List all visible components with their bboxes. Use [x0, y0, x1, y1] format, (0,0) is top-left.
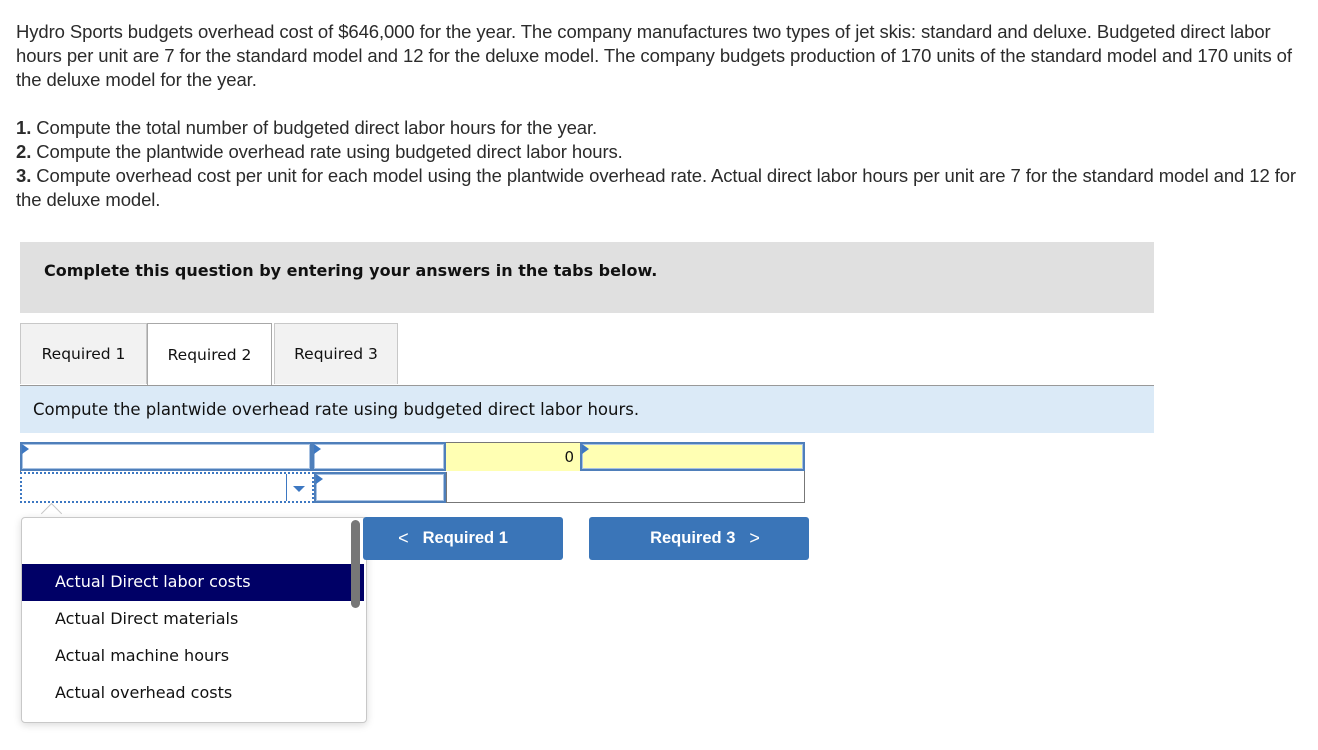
row1-unit-input[interactable]	[580, 442, 805, 471]
input-flag-icon	[314, 444, 321, 454]
next-required-3-button[interactable]: Required 3 >	[589, 517, 809, 560]
select-dropdown-menu: Actual Direct labor costs Actual Direct …	[21, 517, 367, 723]
banner-text: Complete this question by entering your …	[44, 261, 658, 280]
input-flag-icon	[582, 444, 589, 454]
dropdown-option-actual-direct-labor-costs[interactable]: Actual Direct labor costs	[22, 564, 364, 601]
tab-label: Required 3	[294, 345, 378, 363]
input-flag-icon	[22, 444, 29, 454]
row2-amount-input[interactable]	[314, 472, 446, 503]
instructions-banner: Complete this question by entering your …	[20, 242, 1154, 313]
requirement-text: Compute the total number of budgeted dir…	[36, 117, 598, 138]
chevron-left-icon: <	[398, 528, 409, 548]
requirement-text: Compute the plantwide overhead rate usin…	[36, 141, 623, 162]
tab-label: Required 2	[167, 346, 252, 364]
input-flag-icon	[316, 474, 323, 484]
option-label: Actual machine hours	[55, 646, 230, 665]
option-label: Actual Direct materials	[55, 609, 239, 628]
requirement-number: 3.	[16, 165, 32, 186]
requirement-item: 1. Compute the total number of budgeted …	[16, 116, 1296, 140]
requirement-number: 2.	[16, 141, 32, 162]
prev-required-1-button[interactable]: < Required 1	[363, 517, 563, 560]
instruction-text: Compute the plantwide overhead rate usin…	[33, 400, 640, 419]
dropdown-option-blank[interactable]	[22, 526, 351, 563]
next-button-label: Required 3	[650, 529, 736, 547]
row1-label-input[interactable]	[20, 442, 312, 471]
dropdown-option-actual-overhead-costs[interactable]: Actual overhead costs	[22, 675, 351, 712]
requirement-item: 2. Compute the plantwide overhead rate u…	[16, 140, 1296, 164]
row2-denominator-select[interactable]	[20, 472, 314, 503]
tab-required-3[interactable]: Required 3	[274, 323, 398, 384]
dropdown-scrollbar[interactable]	[351, 520, 360, 608]
result-value: 0	[564, 448, 574, 466]
option-label: Actual Direct labor costs	[55, 572, 251, 591]
chevron-right-icon: >	[749, 528, 760, 548]
tab-required-1[interactable]: Required 1	[20, 323, 147, 384]
row2-empty-cell	[446, 472, 805, 503]
requirement-text: Compute overhead cost per unit for each …	[16, 165, 1296, 210]
tab-instruction: Compute the plantwide overhead rate usin…	[20, 386, 1154, 433]
dropdown-arrow-icon[interactable]	[286, 474, 312, 501]
requirement-item: 3. Compute overhead cost per unit for ea…	[16, 164, 1296, 212]
option-label: Actual overhead costs	[55, 683, 233, 702]
question-paragraph: Hydro Sports budgets overhead cost of $6…	[16, 21, 1292, 90]
tab-label: Required 1	[41, 345, 126, 363]
tab-required-2[interactable]: Required 2	[147, 323, 272, 386]
dropdown-option-actual-machine-hours[interactable]: Actual machine hours	[22, 638, 351, 675]
requirements-list: 1. Compute the total number of budgeted …	[16, 116, 1296, 212]
prev-button-label: Required 1	[422, 529, 508, 547]
dropdown-option-actual-direct-materials[interactable]: Actual Direct materials	[22, 601, 351, 638]
row1-amount-input[interactable]	[312, 442, 446, 471]
row1-result-cell: 0	[446, 442, 580, 471]
requirement-number: 1.	[16, 117, 32, 138]
question-text: Hydro Sports budgets overhead cost of $6…	[16, 20, 1296, 212]
